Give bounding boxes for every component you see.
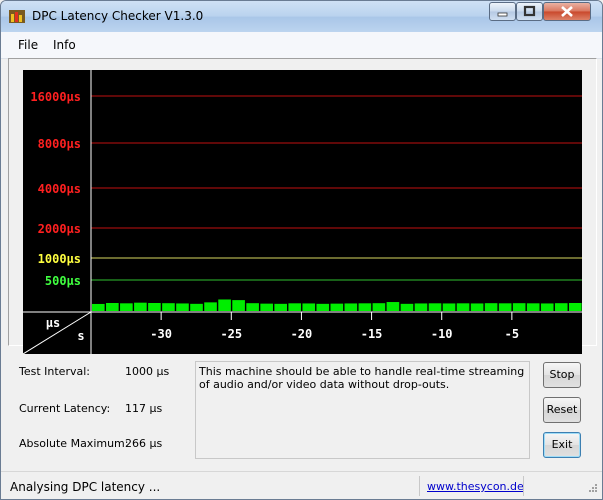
latency-bar bbox=[288, 303, 302, 311]
absolute-maximum-value: 266 µs bbox=[125, 437, 163, 450]
latency-bar bbox=[428, 303, 442, 311]
close-icon bbox=[561, 6, 573, 17]
latency-bar bbox=[302, 303, 316, 311]
chart-background bbox=[23, 70, 582, 354]
latency-bar bbox=[92, 303, 105, 311]
latency-bar bbox=[442, 303, 456, 311]
latency-bar bbox=[372, 303, 386, 311]
x-tick-label: -5 bbox=[505, 327, 519, 341]
latency-bar bbox=[148, 303, 161, 311]
maximize-button[interactable] bbox=[516, 2, 543, 21]
latency-bar bbox=[568, 303, 582, 311]
current-latency-value: 117 µs bbox=[125, 402, 163, 415]
app-icon bbox=[9, 10, 25, 23]
test-interval-value: 1000 µs bbox=[125, 365, 170, 378]
app-window: DPC Latency Checker V1.3.0 File Info 160… bbox=[0, 0, 603, 500]
x-tick-label: -30 bbox=[150, 327, 172, 341]
minimize-icon bbox=[497, 12, 508, 17]
y-tick-label: 500µs bbox=[45, 274, 81, 288]
maximize-icon bbox=[523, 5, 536, 17]
current-latency-label: Current Latency: bbox=[19, 402, 111, 415]
y-tick-label: 1000µs bbox=[38, 252, 81, 266]
menu-bar: File Info bbox=[1, 32, 602, 59]
x-tick-label: -25 bbox=[220, 327, 242, 341]
title-bar[interactable]: DPC Latency Checker V1.3.0 bbox=[1, 1, 602, 32]
x-tick-label: -10 bbox=[431, 327, 453, 341]
status-text: Analysing DPC latency ... bbox=[10, 480, 161, 494]
status-divider bbox=[419, 476, 420, 496]
window-title: DPC Latency Checker V1.3.0 bbox=[32, 9, 204, 23]
y-tick-label: 2000µs bbox=[38, 222, 81, 236]
menu-file[interactable]: File bbox=[18, 38, 38, 52]
latency-bar bbox=[232, 300, 245, 311]
latency-bar bbox=[512, 303, 526, 311]
latency-bar bbox=[358, 303, 372, 311]
latency-bar bbox=[484, 303, 498, 311]
status-message-box: This machine should be able to handle re… bbox=[195, 361, 530, 459]
reset-button[interactable]: Reset bbox=[543, 397, 581, 423]
latency-bar bbox=[246, 303, 259, 311]
latency-bar bbox=[316, 303, 330, 311]
latency-bar bbox=[162, 303, 175, 311]
status-bar: Analysing DPC latency ... www.thesycon.d… bbox=[1, 471, 602, 499]
latency-bar bbox=[554, 303, 568, 311]
y-tick-label: 4000µs bbox=[38, 182, 81, 196]
latency-bar bbox=[134, 302, 147, 311]
latency-bar bbox=[386, 302, 400, 311]
close-button[interactable] bbox=[543, 2, 591, 21]
latency-bar bbox=[120, 303, 133, 311]
latency-bar bbox=[330, 303, 344, 311]
latency-bar bbox=[470, 303, 484, 311]
latency-bar bbox=[176, 303, 189, 311]
minimize-button[interactable] bbox=[489, 2, 516, 21]
test-interval-label: Test Interval: bbox=[19, 365, 90, 378]
latency-bar bbox=[498, 303, 512, 311]
corner-y-unit: µs bbox=[46, 316, 60, 330]
latency-chart: 16000µs8000µs4000µs2000µs1000µs500µs µs … bbox=[23, 70, 582, 354]
latency-bar bbox=[274, 303, 287, 311]
latency-bar bbox=[204, 302, 217, 311]
latency-bar bbox=[414, 303, 428, 311]
corner-x-unit: s bbox=[77, 329, 84, 343]
latency-bar bbox=[344, 303, 358, 311]
latency-bar bbox=[106, 303, 119, 311]
menu-info[interactable]: Info bbox=[53, 38, 76, 52]
latency-bar bbox=[456, 303, 470, 311]
latency-bar bbox=[526, 303, 540, 311]
latency-bar bbox=[540, 303, 554, 311]
y-tick-label: 16000µs bbox=[30, 90, 81, 104]
website-link[interactable]: www.thesycon.de bbox=[427, 480, 524, 493]
latency-bar bbox=[260, 303, 273, 311]
latency-bar bbox=[218, 299, 231, 311]
y-tick-label: 8000µs bbox=[38, 137, 81, 151]
stop-button[interactable]: Stop bbox=[543, 362, 581, 388]
exit-button[interactable]: Exit bbox=[543, 432, 581, 458]
absolute-maximum-label: Absolute Maximum: bbox=[19, 437, 129, 450]
resize-grip-icon[interactable] bbox=[586, 483, 598, 495]
status-divider bbox=[523, 476, 524, 496]
x-tick-label: -20 bbox=[291, 327, 313, 341]
latency-bar bbox=[400, 303, 414, 311]
latency-bar bbox=[190, 303, 203, 311]
x-tick-label: -15 bbox=[361, 327, 383, 341]
